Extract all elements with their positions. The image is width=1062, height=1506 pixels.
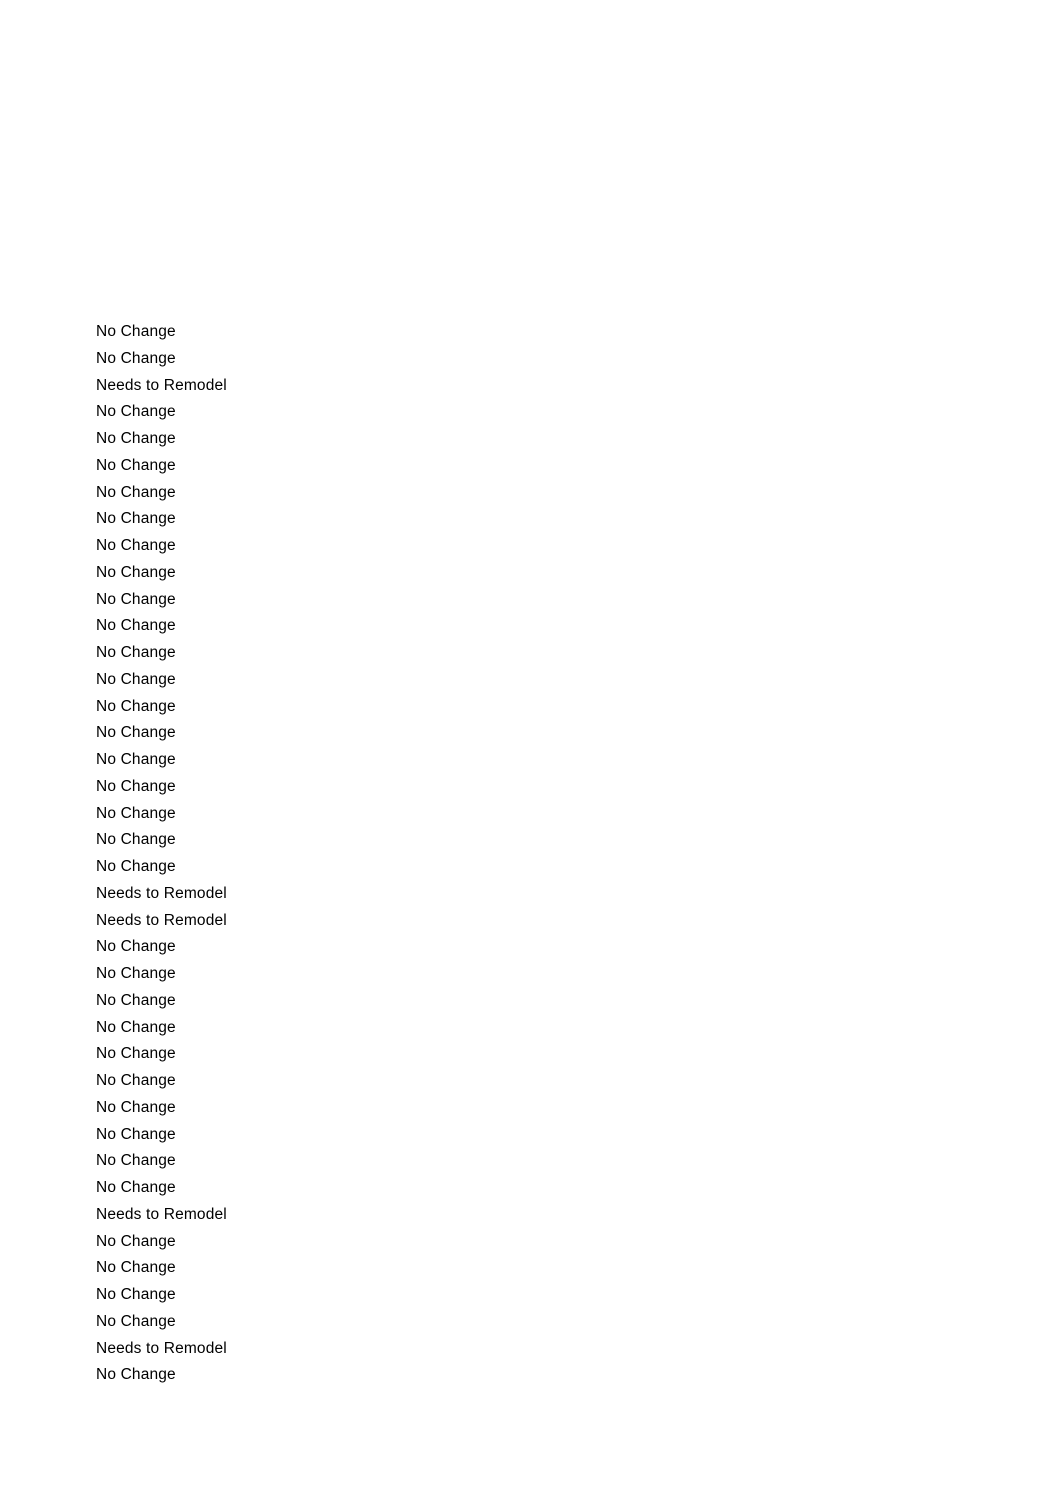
status-list-item: No Change <box>96 1045 176 1063</box>
status-list-item: No Change <box>96 804 176 822</box>
status-list-item: No Change <box>96 1152 176 1170</box>
status-list-item: No Change <box>96 617 176 635</box>
status-list-item: No Change <box>96 858 176 875</box>
status-list-item: Needs to Remodel <box>96 1339 227 1357</box>
status-list-item: No Change <box>96 1286 176 1303</box>
status-list-item: No Change <box>96 724 176 742</box>
status-list-item: No Change <box>96 537 176 554</box>
status-list-item: No Change <box>96 1366 176 1384</box>
status-list-item: No Change <box>96 323 176 340</box>
status-list-item: No Change <box>96 1125 176 1143</box>
status-list: No Change No Change Needs to Remodel No Cha… <box>0 319 1062 1389</box>
status-list-item: No Change <box>96 1179 176 1196</box>
status-list-item: No Change <box>96 1259 176 1277</box>
status-list-item: No Change <box>96 991 176 1009</box>
status-list-item: Needs to Remodel <box>96 911 227 929</box>
status-list-item: No Change <box>96 1098 176 1116</box>
status-list-item: No Change <box>96 777 176 795</box>
status-list-item: Needs to Remodel <box>96 376 227 394</box>
status-list-item: No Change <box>96 697 176 715</box>
page-top-margin <box>0 0 1062 319</box>
status-list-item: No Change <box>96 483 176 501</box>
status-list-item: No Change <box>96 1072 176 1089</box>
status-list-item: No Change <box>96 1312 176 1330</box>
status-list-item: No Change <box>96 938 176 956</box>
status-list-item: No Change <box>96 403 176 421</box>
status-list-item: No Change <box>96 590 176 608</box>
status-list-item: No Change <box>96 430 176 447</box>
document-page: No Change No Change Needs to Remodel No Cha… <box>0 0 1062 1506</box>
status-list-item: Needs to Remodel <box>96 1205 227 1223</box>
status-list-item: Needs to Remodel <box>96 884 227 902</box>
status-list-item: No Change <box>96 751 176 768</box>
status-list-item: No Change <box>96 1232 176 1250</box>
status-list-item: No Change <box>96 831 176 849</box>
status-list-item: No Change <box>96 349 176 367</box>
status-list-item: No Change <box>96 456 176 474</box>
status-list-item: No Change <box>96 1018 176 1036</box>
status-list-item: No Change <box>96 670 176 688</box>
status-list-item: No Change <box>96 644 176 661</box>
status-list-item: No Change <box>96 510 176 528</box>
status-list-item: No Change <box>96 563 176 581</box>
status-list-item: No Change <box>96 965 176 982</box>
